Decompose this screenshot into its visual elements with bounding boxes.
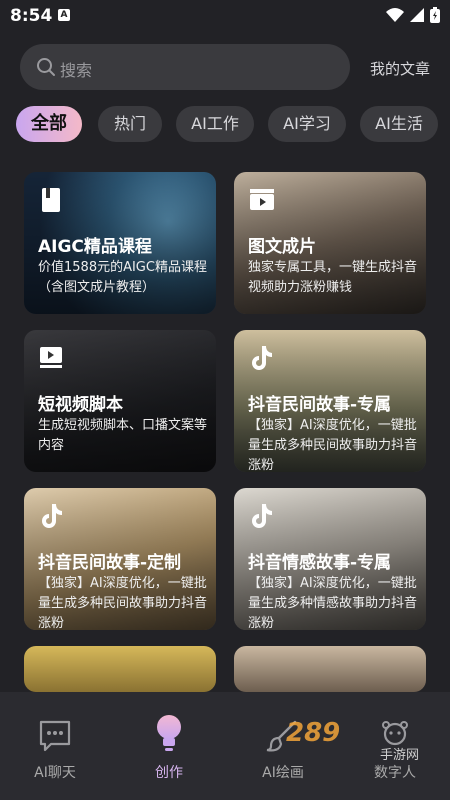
notification-icon: A (58, 9, 70, 21)
card-title: 图文成片 (248, 237, 316, 257)
card-partial[interactable] (234, 646, 426, 692)
card-folk-story-custom[interactable]: 抖音民间故事-定制 【独家】AI深度优化，一键批量生成多种民间故事助力抖音涨粉 (24, 488, 216, 630)
card-desc: 【独家】AI深度优化，一键批量生成多种民间故事助力抖音涨粉 (38, 576, 208, 630)
category-tabs: 全部 热门 AI工作 AI学习 AI生活 (14, 106, 450, 146)
nav-label: 数字人 (374, 765, 416, 781)
card-video-script[interactable]: 短视频脚本 生成短视频脚本、口播文案等内容 (24, 330, 216, 472)
chat-icon (39, 720, 71, 752)
book-icon (42, 188, 60, 212)
nav-label: AI绘画 (262, 765, 304, 781)
wifi-icon (386, 8, 404, 22)
tiktok-icon (252, 504, 272, 528)
tab-hot[interactable]: 热门 (98, 106, 162, 142)
tab-ai-life[interactable]: AI生活 (360, 106, 438, 142)
card-desc: 价值1588元的AIGC精品课程（含图文成片教程） (38, 260, 207, 295)
card-title: 抖音情感故事-专属 (248, 553, 392, 573)
nav-label: 创作 (155, 765, 183, 781)
tiktok-icon (42, 504, 62, 528)
battery-icon (430, 7, 440, 23)
card-title: 短视频脚本 (38, 395, 123, 415)
search-bar[interactable]: 搜索 (20, 44, 350, 90)
search-input[interactable]: 搜索 (60, 57, 92, 81)
watermark-logo: 289 (286, 718, 341, 748)
card-graphic-video[interactable]: 图文成片 独家专属工具，一键生成抖音视频助力涨粉赚钱 (234, 172, 426, 314)
tab-ai-work[interactable]: AI工作 (176, 106, 254, 142)
watermark-sub: 手游网 (380, 748, 420, 763)
signal-icon (410, 8, 424, 22)
bulb-icon (157, 715, 181, 751)
clapperboard-icon (250, 189, 274, 210)
card-partial[interactable] (24, 646, 216, 692)
status-bar: 8:54 A (0, 0, 450, 32)
tiktok-icon (252, 346, 272, 370)
video-script-icon (40, 347, 62, 368)
card-emotion-story-exclusive[interactable]: 抖音情感故事-专属 【独家】AI深度优化，一键批量生成多种情感故事助力抖音涨粉 (234, 488, 426, 630)
status-time: 8:54 (10, 6, 53, 26)
card-desc: 【独家】AI深度优化，一键批量生成多种情感故事助力抖音涨粉 (248, 576, 418, 630)
card-aigc-course[interactable]: AIGC精品课程 价值1588元的AIGC精品课程（含图文成片教程） (24, 172, 216, 314)
search-icon (37, 58, 55, 76)
card-title: 抖音民间故事-定制 (38, 553, 182, 573)
card-desc: 生成短视频脚本、口播文案等内容 (38, 418, 208, 453)
card-folk-story-exclusive[interactable]: 抖音民间故事-专属 【独家】AI深度优化，一键批量生成多种民间故事助力抖音涨粉 (234, 330, 426, 472)
card-desc: 【独家】AI深度优化，一键批量生成多种民间故事助力抖音涨粉 (248, 418, 418, 472)
nav-label: AI聊天 (34, 765, 76, 781)
tab-ai-learn[interactable]: AI学习 (268, 106, 346, 142)
card-title: 抖音民间故事-专属 (248, 395, 392, 415)
card-title: AIGC精品课程 (38, 237, 152, 257)
status-icons (386, 7, 440, 23)
card-desc: 独家专属工具，一键生成抖音视频助力涨粉赚钱 (248, 260, 418, 295)
my-articles-link[interactable]: 我的文章 (370, 58, 430, 79)
tab-all[interactable]: 全部 (16, 106, 82, 142)
